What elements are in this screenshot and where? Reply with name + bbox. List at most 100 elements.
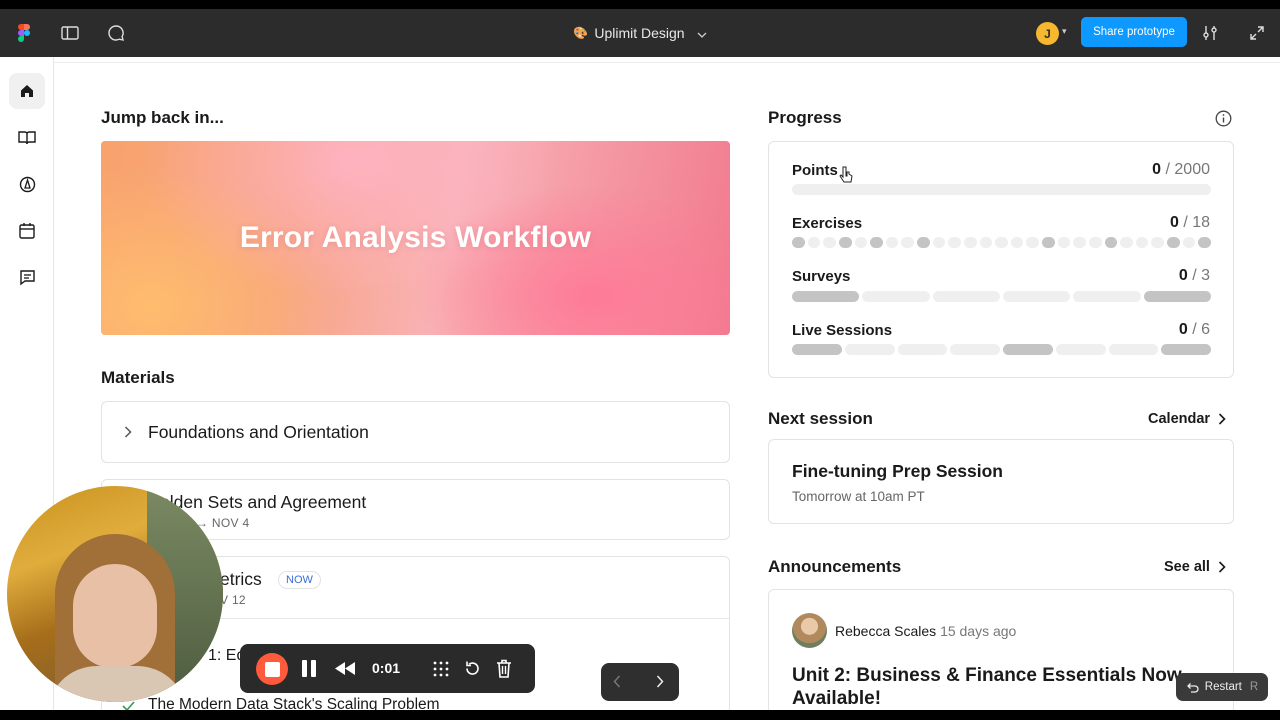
material-title: etrics: [220, 569, 262, 589]
previous-frame-button[interactable]: [613, 675, 621, 693]
progress-value-surveys: 0 / 3: [1178, 267, 1210, 284]
progress-heading: Progress: [768, 108, 842, 127]
progress-bar-live-sessions: [792, 344, 1211, 355]
file-name[interactable]: Uplimit Design: [594, 25, 684, 41]
grid-dots-icon[interactable]: [432, 660, 450, 683]
progress-segment: [1073, 237, 1086, 248]
material-item[interactable]: Foundations and Orientation: [101, 401, 730, 463]
progress-segment: [792, 237, 805, 248]
session-name: Fine-tuning Prep Session: [792, 461, 1003, 481]
now-badge: NOW: [278, 571, 321, 589]
trash-icon[interactable]: [496, 659, 512, 683]
settings-sliders-icon[interactable]: [1198, 21, 1222, 45]
hero-title: Error Analysis Workflow: [239, 221, 592, 254]
materials-heading: Materials: [101, 368, 175, 387]
sidebar-item-home[interactable]: [9, 73, 45, 109]
comment-icon[interactable]: [104, 21, 128, 45]
progress-segment: [792, 184, 1211, 195]
divider: [54, 62, 1280, 63]
message-icon: [19, 269, 35, 285]
share-prototype-button[interactable]: Share prototype: [1081, 17, 1187, 47]
author-name: Rebecca Scales: [835, 623, 937, 639]
progress-segment: [1120, 237, 1133, 248]
progress-segment: [917, 237, 930, 248]
progress-bar-exercises: [792, 237, 1211, 248]
progress-label-exercises: Exercises: [792, 215, 863, 232]
chevron-right-icon: [1218, 413, 1226, 425]
recording-toolbar: 0:01: [240, 644, 535, 693]
progress-segment: [995, 237, 1008, 248]
chevron-right-icon: [1218, 561, 1226, 573]
material-date: V 12: [220, 593, 246, 607]
sidebar-toggle-icon[interactable]: [58, 21, 82, 45]
progress-card: Points 0 / 2000 Exercises 0 / 18 Surveys…: [768, 141, 1234, 378]
progress-segment: [854, 237, 868, 248]
calendar-link-label: Calendar: [1148, 411, 1211, 427]
hero-card[interactable]: Error Analysis Workflow: [101, 141, 730, 335]
restart-recording-icon[interactable]: [464, 660, 481, 682]
announcement-headline: Unit 2: Business & Finance Essentials No…: [792, 665, 1182, 709]
figma-toolbar: 🎨 Uplimit Design J ▾ Share prototype: [0, 9, 1280, 57]
progress-segment: [844, 344, 895, 355]
webcam-face: [73, 564, 157, 668]
mouse-cursor-icon: [839, 166, 853, 189]
restart-shortcut: R: [1249, 681, 1259, 693]
progress-segment: [932, 237, 946, 248]
progress-segment: [1182, 237, 1196, 248]
sidebar-item-calendar[interactable]: [9, 212, 45, 248]
chevron-down-icon[interactable]: [697, 25, 707, 41]
announcement-meta: Rebecca Scales 15 days ago: [835, 623, 1016, 639]
progress-segment: [1042, 237, 1055, 248]
expand-icon[interactable]: [1245, 21, 1269, 45]
calendar-link[interactable]: Calendar: [1148, 411, 1226, 427]
stop-record-button[interactable]: [256, 653, 288, 685]
user-avatar[interactable]: J: [1036, 22, 1059, 45]
material-title: Foundations and Orientation: [148, 422, 369, 442]
restart-button[interactable]: Restart R: [1176, 673, 1268, 701]
rewind-icon[interactable]: [335, 662, 355, 680]
progress-bar-surveys: [792, 291, 1211, 302]
progress-segment: [1088, 237, 1102, 248]
see-all-link[interactable]: See all: [1164, 559, 1226, 575]
info-icon[interactable]: [1215, 110, 1232, 132]
next-session-heading: Next session: [768, 409, 873, 428]
progress-segment: [792, 344, 842, 355]
restart-label: Restart: [1204, 681, 1242, 693]
palette-icon: 🎨: [573, 26, 589, 40]
progress-bar-points: [792, 184, 1211, 195]
progress-segment: [792, 291, 860, 302]
webcam-bubble[interactable]: [7, 486, 223, 702]
progress-segment: [948, 237, 961, 248]
figma-logo-icon[interactable]: [12, 21, 36, 45]
announcement-card[interactable]: Rebecca Scales 15 days ago Unit 2: Busin…: [768, 589, 1234, 710]
progress-segment: [979, 237, 993, 248]
progress-segment: [901, 237, 914, 248]
home-icon: [21, 85, 33, 97]
progress-segment: [1057, 237, 1071, 248]
session-time: Tomorrow at 10am PT: [792, 489, 925, 504]
progress-segment: [1055, 344, 1106, 355]
progress-segment: [1010, 237, 1024, 248]
progress-segment: [963, 237, 977, 248]
chevron-right-icon: [124, 425, 132, 443]
sidebar-item-explore[interactable]: [9, 166, 45, 202]
chevron-down-icon[interactable]: ▾: [1062, 26, 1067, 37]
pause-icon[interactable]: [302, 660, 316, 677]
progress-segment: [1135, 237, 1149, 248]
sidebar-item-book[interactable]: [9, 120, 45, 156]
next-frame-button[interactable]: [656, 675, 664, 693]
progress-value-points: 0 / 2000: [1152, 161, 1210, 178]
compass-icon: [19, 176, 35, 192]
restart-icon: [1186, 683, 1199, 693]
progress-segment: [1198, 237, 1211, 248]
progress-segment: [870, 237, 883, 248]
progress-segment: [807, 237, 821, 248]
progress-segment: [932, 291, 1000, 302]
author-avatar: [792, 613, 827, 648]
next-session-card[interactable]: Fine-tuning Prep Session Tomorrow at 10a…: [768, 439, 1234, 524]
recording-time: 0:01: [372, 660, 401, 676]
announcements-heading: Announcements: [768, 557, 902, 576]
sidebar-item-messages[interactable]: [9, 259, 45, 295]
chevron-right-icon: [656, 675, 664, 688]
progress-segment: [1167, 237, 1180, 248]
